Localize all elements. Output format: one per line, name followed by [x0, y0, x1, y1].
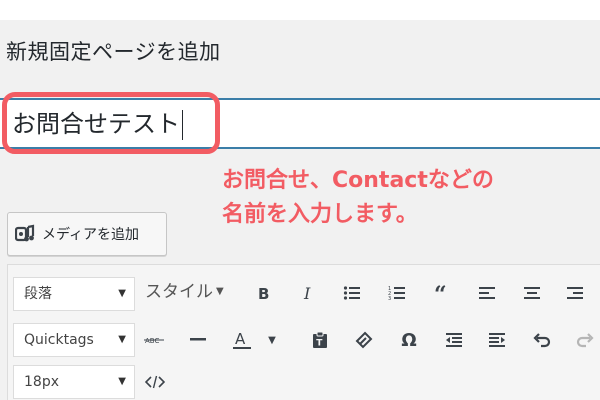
align-left-icon[interactable] — [472, 278, 502, 308]
text-color-icon[interactable]: A — [227, 325, 257, 355]
top-strip — [0, 0, 600, 20]
clear-formatting-icon[interactable] — [349, 325, 379, 355]
outdent-icon[interactable] — [439, 325, 469, 355]
chevron-down-icon: ▼ — [216, 286, 224, 297]
annotation-line-1: お問合せ、Contactなどの — [222, 168, 494, 193]
media-icon — [15, 224, 35, 242]
font-size-select[interactable]: 18px ▼ — [13, 365, 135, 399]
editor-toolbar: 段落 ▼ スタイル ▼ B I 1 2 3 “ Quicktags ▼ ABC … — [7, 264, 600, 400]
numbered-list-icon[interactable]: 1 2 3 — [382, 278, 412, 308]
undo-icon[interactable] — [527, 325, 557, 355]
bold-icon[interactable]: B — [248, 278, 278, 308]
add-media-button[interactable]: メディアを追加 — [7, 212, 167, 256]
align-center-icon[interactable] — [517, 278, 547, 308]
svg-text:T: T — [316, 339, 323, 349]
svg-text:“: “ — [434, 285, 447, 301]
svg-text:B: B — [258, 285, 269, 301]
font-size-select-value: 18px — [24, 374, 59, 390]
strikethrough-icon[interactable]: ABC — [140, 325, 170, 355]
annotation-callout: お問合せ、Contactなどの 名前を入力します。 — [222, 164, 600, 232]
bullet-list-icon[interactable] — [337, 278, 367, 308]
quicktags-select-value: Quicktags — [24, 332, 94, 348]
annotation-line-2: 名前を入力します。 — [222, 202, 418, 227]
svg-text:3: 3 — [388, 296, 391, 301]
redo-icon[interactable] — [570, 325, 600, 355]
chevron-down-icon: ▼ — [118, 288, 126, 299]
format-select[interactable]: 段落 ▼ — [13, 277, 135, 311]
title-highlight-annotation — [2, 92, 220, 154]
align-right-icon[interactable] — [560, 278, 590, 308]
indent-icon[interactable] — [482, 325, 512, 355]
code-icon[interactable] — [140, 367, 170, 397]
format-select-value: 段落 — [24, 286, 52, 302]
svg-text:A: A — [235, 330, 246, 348]
chevron-down-icon: ▼ — [118, 376, 126, 387]
add-media-label: メディアを追加 — [42, 227, 140, 243]
special-character-icon[interactable]: Ω — [394, 325, 424, 355]
svg-text:ABC: ABC — [145, 337, 159, 345]
style-menu-label: スタイル — [145, 282, 213, 302]
blockquote-icon[interactable]: “ — [427, 278, 457, 308]
horizontal-line-icon[interactable] — [183, 325, 213, 355]
page-title: 新規固定ページを追加 — [6, 40, 221, 64]
quicktags-select[interactable]: Quicktags ▼ — [13, 323, 135, 357]
text-color-chevron-down-icon[interactable]: ▼ — [264, 325, 280, 355]
svg-text:I: I — [303, 285, 311, 301]
italic-icon[interactable]: I — [293, 278, 323, 308]
style-menu[interactable]: スタイル ▼ — [145, 277, 224, 307]
paste-as-text-icon[interactable]: T — [305, 325, 335, 355]
chevron-down-icon: ▼ — [118, 334, 126, 345]
